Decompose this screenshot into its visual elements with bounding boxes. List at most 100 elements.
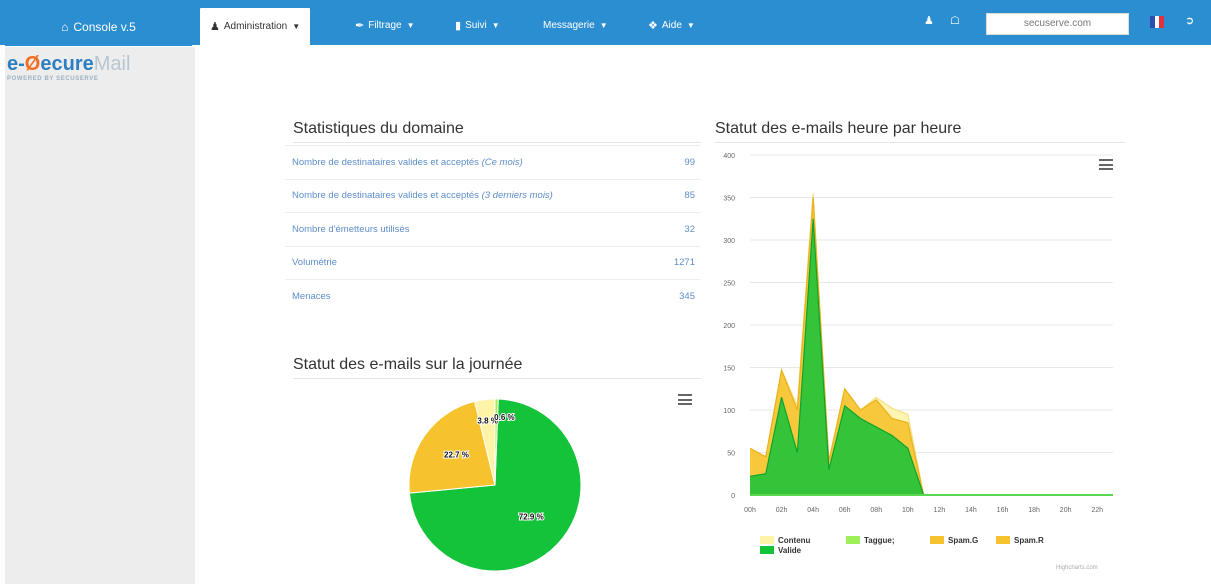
pie-slice-label: 22.7 %	[444, 451, 469, 460]
y-tick-label: 0	[731, 493, 735, 500]
domain-selector[interactable]: secuserve.com	[986, 13, 1129, 35]
menu-suivi-label: Suivi	[465, 19, 487, 31]
menu-administration[interactable]: ♟ Administration ▼	[200, 8, 311, 45]
chevron-down-icon: ▼	[491, 20, 500, 30]
stats-row-value: 99	[684, 156, 695, 168]
x-tick-label: 08h	[870, 507, 882, 514]
stats-row-label-text: Nombre de destinataires valides et accep…	[292, 190, 479, 201]
stats-row-value: 32	[684, 223, 695, 235]
x-tick-label: 16h	[997, 507, 1009, 514]
y-tick-label: 150	[723, 366, 735, 373]
legend-item[interactable]: Taggue;	[846, 536, 895, 545]
legend-label: Valide	[778, 546, 802, 555]
user-icon[interactable]: ♟	[924, 14, 934, 27]
highcharts-credits[interactable]: Highcharts.com	[1056, 565, 1098, 571]
x-tick-label: 20h	[1060, 507, 1072, 514]
menu-suivi[interactable]: ▮ Suivi ▼	[455, 5, 500, 45]
pie-chart: 72.9 %22.7 %3.8 %0.6 %	[408, 398, 582, 572]
stats-title: Statistiques du domaine	[293, 120, 701, 143]
french-flag-icon[interactable]	[1150, 16, 1165, 28]
menu-filtrage[interactable]: ✒ Filtrage ▼	[355, 5, 415, 45]
area-chart: 0 50 100 150 200 250 300 350 400 00h 02h 04h 06h 08h 1…	[723, 153, 1113, 514]
stats-row-label-text: Nombre de destinataires valides et accep…	[292, 156, 479, 168]
menu-aide[interactable]: ❖ Aide ▼	[648, 5, 695, 45]
y-tick-label: 50	[727, 451, 735, 458]
logo-mail: Mail	[93, 53, 131, 75]
menu-filtrage-label: Filtrage	[368, 19, 402, 31]
menu-messagerie-label: Messagerie	[543, 19, 595, 31]
stats-row[interactable]: Nombre de destinataires valides et accep…	[285, 145, 700, 178]
stats-row-value: 1271	[673, 257, 695, 268]
logo-s-mark: Ø	[24, 53, 41, 75]
legend-swatch	[996, 536, 1010, 544]
stats-row-label-text: Nombre d'émetteurs utilisés	[292, 223, 410, 235]
stats-row-value: 345	[679, 290, 695, 302]
user-icon: ♟	[210, 21, 220, 33]
logo-secure: ecure	[40, 53, 94, 75]
legend-swatch	[760, 536, 774, 544]
legend-label: Taggue;	[864, 536, 895, 545]
chevron-down-icon: ▼	[292, 22, 301, 31]
legend-item[interactable]: Spam.G	[930, 536, 978, 545]
menu-administration-label: Administration	[223, 21, 288, 32]
legend-item[interactable]: Contenu	[760, 536, 810, 545]
y-tick-label: 400	[723, 153, 735, 160]
pie-menu-icon[interactable]	[678, 394, 692, 405]
stats-row-note: (3 derniers mois)	[481, 190, 553, 201]
bar-chart-icon: ▮	[455, 19, 462, 32]
home-icon: ⌂	[61, 20, 69, 34]
x-tick-label: 02h	[776, 507, 788, 514]
area-series-valide[interactable]	[750, 218, 1113, 495]
stats-row-label[interactable]: Nombre de destinataires valides et accep…	[292, 190, 553, 201]
stats-row[interactable]: Volumétrie 1271	[285, 245, 700, 279]
menu-messagerie[interactable]: Messagerie ▼	[543, 5, 608, 45]
menu-aide-label: Aide	[661, 19, 682, 31]
x-tick-label: 04h	[807, 507, 819, 514]
y-tick-label: 350	[723, 196, 735, 203]
sidebar	[5, 47, 195, 584]
console-home-link[interactable]: ⌂ Console v.5	[5, 8, 192, 46]
chevron-down-icon: ▼	[686, 20, 695, 30]
legend-swatch	[846, 536, 860, 544]
esecuremail-logo: e-ØecureMail POWERED BY SECUSERVE	[7, 52, 192, 94]
stats-row[interactable]: Nombre de destinataires valides et accep…	[285, 178, 700, 212]
legend-label: Spam.G	[948, 536, 979, 545]
home-icon[interactable]: ☖	[950, 14, 960, 27]
x-tick-label: 10h	[902, 507, 914, 514]
stats-row-label[interactable]: Nombre de destinataires valides et accep…	[292, 157, 523, 168]
info-circle-icon: ❖	[648, 19, 658, 32]
x-tick-label: 18h	[1028, 507, 1040, 514]
stats-row-label[interactable]: Nombre d'émetteurs utilisés	[292, 224, 409, 235]
logout-icon[interactable]: ➲	[1185, 14, 1194, 27]
console-label: Console v.5	[73, 20, 136, 34]
stats-row[interactable]: Nombre d'émetteurs utilisés 32	[285, 212, 700, 245]
pie-title: Statut des e-mails sur la journée	[293, 356, 701, 379]
stats-row[interactable]: Menaces 345	[285, 279, 700, 312]
legend-item[interactable]: Valide	[760, 546, 801, 555]
legend-item[interactable]: Spam.R	[996, 536, 1044, 545]
pie-slice-label: 0.6 %	[494, 413, 514, 422]
legend-label: Contenu	[778, 536, 811, 545]
y-tick-label: 200	[723, 323, 735, 330]
chevron-down-icon: ▼	[406, 20, 415, 30]
stats-row-label[interactable]: Volumétrie	[292, 257, 337, 268]
legend-swatch	[930, 536, 944, 544]
legend-swatch	[760, 546, 774, 554]
chevron-down-icon: ▼	[599, 20, 608, 30]
logo-powered-by: POWERED BY SECUSERVE	[7, 76, 99, 82]
stats-row-label-text: Volumétrie	[292, 257, 337, 268]
y-tick-label: 100	[723, 408, 735, 415]
legend-label: Spam.R	[1014, 536, 1044, 545]
y-tick-label: 300	[723, 238, 735, 245]
area-title: Statut des e-mails heure par heure	[715, 120, 1125, 143]
y-tick-label: 250	[723, 281, 735, 288]
x-tick-label: 06h	[839, 507, 851, 514]
stats-row-value: 85	[684, 190, 695, 201]
pie-slice-label: 72.9 %	[519, 512, 544, 521]
wrench-icon: ✒	[355, 19, 365, 32]
x-tick-label: 14h	[965, 507, 977, 514]
x-tick-label: 00h	[744, 507, 756, 514]
stats-row-note: (Ce mois)	[481, 156, 523, 168]
stats-row-label[interactable]: Menaces	[292, 291, 331, 302]
x-tick-label: 12h	[934, 507, 946, 514]
